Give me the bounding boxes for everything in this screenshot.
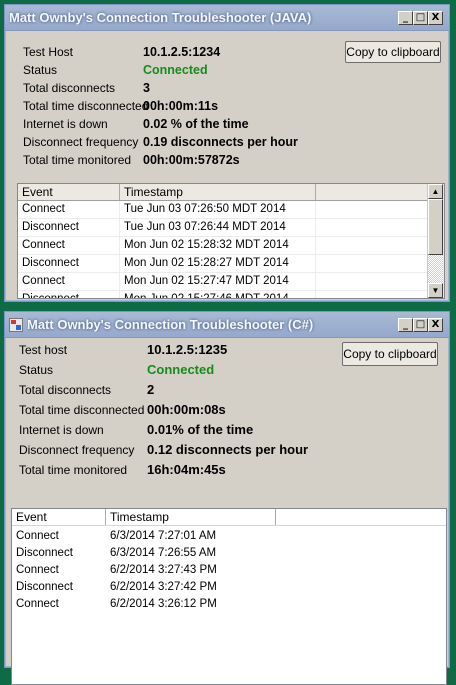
event-column-header[interactable]: Event xyxy=(12,509,106,525)
maximize-button[interactable]: □ xyxy=(413,10,428,25)
java-window: Matt Ownby's Connection Troubleshooter (… xyxy=(4,4,450,302)
event-column-header[interactable]: Event xyxy=(18,184,120,200)
total-disconnects-label: Total disconnects xyxy=(23,81,116,95)
disconnect-frequency-value: 0.12 disconnects per hour xyxy=(147,442,309,457)
event-cell: Connect xyxy=(16,530,59,542)
copy-to-clipboard-button[interactable]: Copy to clipboard xyxy=(342,342,438,366)
empty-cell xyxy=(316,201,429,218)
total-disconnects-label: Total disconnects xyxy=(19,383,112,397)
internet-down-value: 0.01% of the time xyxy=(147,422,254,437)
close-button[interactable]: X xyxy=(428,317,443,332)
csharp-window: Matt Ownby's Connection Troubleshooter (… xyxy=(4,311,450,685)
test-host-label: Test Host xyxy=(23,45,74,59)
java-window-title: Matt Ownby's Connection Troubleshooter (… xyxy=(9,10,312,25)
event-cell: Disconnect xyxy=(18,291,120,298)
empty-cell xyxy=(316,255,429,272)
internet-down-label: Internet is down xyxy=(19,423,104,437)
event-cell: Connect xyxy=(16,598,59,610)
timestamp-cell: 6/3/2014 7:26:55 AM xyxy=(110,547,217,559)
scrollbar-track[interactable] xyxy=(428,255,443,283)
timestamp-cell: Mon Jun 02 15:27:47 MDT 2014 xyxy=(120,273,316,290)
java-events-table[interactable]: Event Timestamp Connect Tue Jun 03 07:26… xyxy=(17,183,445,299)
table-row[interactable]: Disconnect Tue Jun 03 07:26:44 MDT 2014 xyxy=(18,219,444,237)
list-item[interactable]: Connect 6/2/2014 3:27:43 PM xyxy=(12,562,446,579)
internet-down-value: 0.02 % of the time xyxy=(143,117,249,131)
maximize-button[interactable]: □ xyxy=(413,317,428,332)
timestamp-column-header[interactable]: Timestamp xyxy=(120,184,316,200)
empty-cell xyxy=(316,291,429,298)
status-value: Connected xyxy=(147,362,215,377)
total-time-disconnected-value: 00h:00m:11s xyxy=(143,99,219,113)
disconnect-frequency-value: 0.19 disconnects per hour xyxy=(143,135,298,149)
disconnect-frequency-label: Disconnect frequency xyxy=(19,443,135,457)
csharp-window-title: Matt Ownby's Connection Troubleshooter (… xyxy=(27,317,314,332)
event-cell: Connect xyxy=(18,201,120,218)
event-cell: Connect xyxy=(18,237,120,254)
csharp-title-bar[interactable]: Matt Ownby's Connection Troubleshooter (… xyxy=(5,312,449,338)
timestamp-cell: Mon Jun 02 15:28:27 MDT 2014 xyxy=(120,255,316,272)
table-row[interactable]: Disconnect Mon Jun 02 15:28:27 MDT 2014 xyxy=(18,255,444,273)
status-label: Status xyxy=(23,63,58,77)
total-time-monitored-value: 16h:04m:45s xyxy=(147,462,226,477)
test-host-value: 10.1.2.5:1235 xyxy=(147,342,228,357)
timestamp-cell: Mon Jun 02 15:28:32 MDT 2014 xyxy=(120,237,316,254)
scrollbar-thumb[interactable] xyxy=(428,199,443,255)
table-row[interactable]: Disconnect Mon Jun 02 15:27:46 MDT 2014 xyxy=(18,291,444,298)
total-time-monitored-value: 00h:00m:57872s xyxy=(143,153,240,167)
table-row[interactable]: Connect Mon Jun 02 15:27:47 MDT 2014 xyxy=(18,273,444,291)
status-label: Status xyxy=(19,363,54,377)
empty-column-header[interactable] xyxy=(276,509,446,525)
timestamp-cell: 6/2/2014 3:27:42 PM xyxy=(110,581,217,593)
table-row[interactable]: Connect Tue Jun 03 07:26:50 MDT 2014 xyxy=(18,201,444,219)
list-item[interactable]: Disconnect 6/2/2014 3:27:42 PM xyxy=(12,579,446,596)
empty-cell xyxy=(316,273,429,290)
timestamp-cell: Tue Jun 03 07:26:44 MDT 2014 xyxy=(120,219,316,236)
empty-column-header[interactable] xyxy=(316,184,429,200)
event-cell: Disconnect xyxy=(16,547,73,559)
total-disconnects-value: 2 xyxy=(147,382,155,397)
timestamp-cell: Mon Jun 02 15:27:46 MDT 2014 xyxy=(120,291,316,298)
event-cell: Disconnect xyxy=(18,219,120,236)
empty-cell xyxy=(316,237,429,254)
app-window-icon[interactable] xyxy=(9,317,23,332)
minimize-button[interactable]: _ xyxy=(398,317,413,332)
test-host-value: 10.1.2.5:1234 xyxy=(143,45,221,59)
scroll-up-arrow-icon[interactable]: ▲ xyxy=(428,184,443,199)
csharp-events-list[interactable]: Event Timestamp Connect 6/3/2014 7:27:01… xyxy=(11,508,447,685)
test-host-label: Test host xyxy=(19,343,68,357)
event-cell: Disconnect xyxy=(16,581,73,593)
total-time-monitored-label: Total time monitored xyxy=(19,463,128,477)
table-row[interactable]: Connect Mon Jun 02 15:28:32 MDT 2014 xyxy=(18,237,444,255)
timestamp-cell: Tue Jun 03 07:26:50 MDT 2014 xyxy=(120,201,316,218)
event-cell: Connect xyxy=(16,564,59,576)
timestamp-cell: 6/2/2014 3:27:43 PM xyxy=(110,564,217,576)
vertical-scrollbar[interactable]: ▲ ▼ xyxy=(427,184,444,298)
empty-cell xyxy=(316,219,429,236)
event-cell: Connect xyxy=(18,273,120,290)
list-item[interactable]: Connect 6/2/2014 3:26:12 PM xyxy=(12,596,446,613)
timestamp-cell: 6/3/2014 7:27:01 AM xyxy=(110,530,217,542)
total-time-disconnected-label: Total time disconnected xyxy=(19,403,145,417)
scroll-down-arrow-icon[interactable]: ▼ xyxy=(428,283,443,298)
total-disconnects-value: 3 xyxy=(143,81,150,95)
total-time-disconnected-label: Total time disconnected xyxy=(23,99,149,113)
list-item[interactable]: Connect 6/3/2014 7:27:01 AM xyxy=(12,528,446,545)
list-item[interactable]: Disconnect 6/3/2014 7:26:55 AM xyxy=(12,545,446,562)
list-header: Event Timestamp xyxy=(12,509,446,526)
timestamp-cell: 6/2/2014 3:26:12 PM xyxy=(110,598,217,610)
event-cell: Disconnect xyxy=(18,255,120,272)
total-time-disconnected-value: 00h:00m:08s xyxy=(147,402,226,417)
disconnect-frequency-label: Disconnect frequency xyxy=(23,135,139,149)
minimize-button[interactable]: _ xyxy=(398,10,413,25)
total-time-monitored-label: Total time monitored xyxy=(23,153,132,167)
status-value: Connected xyxy=(143,63,208,77)
copy-to-clipboard-button[interactable]: Copy to clipboard xyxy=(345,41,441,63)
internet-down-label: Internet is down xyxy=(23,117,108,131)
close-button[interactable]: X xyxy=(428,10,443,25)
java-title-bar[interactable]: Matt Ownby's Connection Troubleshooter (… xyxy=(5,5,449,31)
timestamp-column-header[interactable]: Timestamp xyxy=(106,509,276,525)
